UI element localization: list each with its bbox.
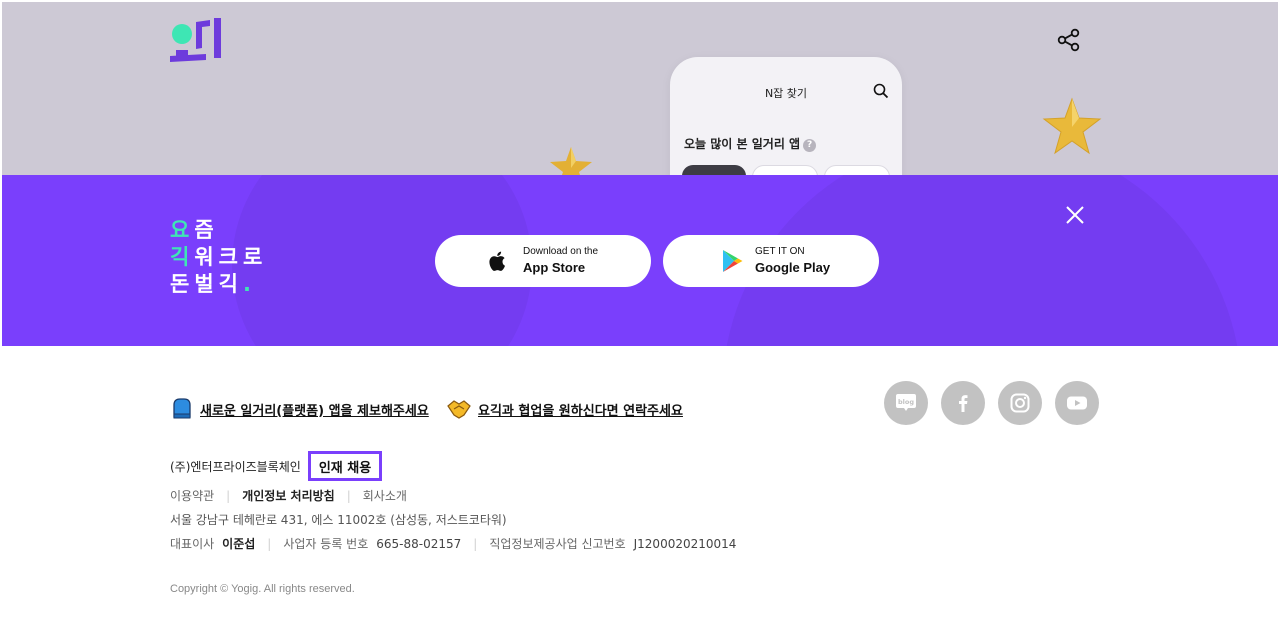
job-info-number: J1200020210014 [633,536,737,551]
suggest-app-text: 새로운 일거리(플랫폼) 앱을 제보해주세요 [200,403,429,419]
app-store-label: App Store [523,260,586,275]
slogan-dot: . [242,272,256,296]
app-store-button[interactable]: Download on the App Store [435,235,651,287]
blog-icon: blog [896,394,916,411]
app-store-text: Download on the App Store [523,245,598,276]
close-icon[interactable] [1064,204,1086,226]
separator: | [267,536,272,551]
company-name: (주)엔터프라이즈블록체인 [170,459,301,474]
instagram-link[interactable] [998,381,1042,425]
apple-icon [489,251,505,271]
business-number: 665-88-02157 [376,536,462,551]
separator: | [473,536,478,551]
slogan-text: 즘 [194,218,219,242]
footer-links: 이용약관 | 개인정보 처리방침 | 회사소개 [170,487,407,504]
privacy-policy-link[interactable]: 개인정보 처리방침 [242,487,335,504]
svg-text:blog: blog [898,398,914,406]
youtube-link[interactable] [1055,381,1099,425]
app-download-banner: 요즘 긱워크로 돈벌긱. Download on the App Store G… [2,175,1278,346]
google-play-label: Google Play [755,260,831,275]
slogan-text: 워크로 [194,245,268,269]
google-play-icon [723,250,743,272]
suggest-app-link[interactable]: 새로운 일거리(플랫폼) 앱을 제보해주세요 [170,396,429,422]
instagram-icon [1010,393,1030,413]
phone-heading: 오늘 많이 본 일거리 앱? [684,135,817,152]
copyright: Copyright © Yogig. All rights reserved. [170,583,355,595]
slogan-text: 돈벌긱 [170,272,243,296]
google-play-small: GET IT ON [755,246,805,257]
help-icon: ? [803,139,817,152]
recruit-button[interactable]: 인재 채용 [307,451,383,481]
ceo-label: 대표이사 [170,537,215,551]
share-icon[interactable] [1056,27,1082,53]
youtube-icon [1067,396,1087,410]
partnership-text: 요긱과 협업을 원하신다면 연락주세요 [478,403,683,419]
facebook-icon [959,395,968,412]
slogan-line: 돈벌긱. [170,271,267,298]
star-icon [550,147,592,176]
business-number-label: 사업자 등록 번호 [283,537,369,551]
blog-link[interactable]: blog [884,381,928,425]
company-row: (주)엔터프라이즈블록체인 인재 채용 [170,451,383,481]
terms-link[interactable]: 이용약관 [170,487,214,504]
star-icon [1042,97,1102,155]
search-icon [873,83,889,99]
slogan-line: 요즘 [170,217,267,244]
slogan-line: 긱워크로 [170,244,267,271]
partnership-link[interactable]: 요긱과 협업을 원하신다면 연락주세요 [446,396,683,422]
yogig-logo[interactable] [166,14,226,66]
separator: | [346,488,351,503]
slogan-accent: 요 [170,218,195,242]
phone-mockup: N잡 찾기 오늘 많이 본 일거리 앱? [670,57,902,176]
facebook-link[interactable] [941,381,985,425]
registration-info: 대표이사 이준섭 | 사업자 등록 번호 665-88-02157 | 직업정보… [170,535,736,552]
ceo-name: 이준섭 [222,537,256,551]
google-play-text: GET IT ON Google Play [755,245,830,276]
about-link[interactable]: 회사소개 [363,487,407,504]
google-play-button[interactable]: GET IT ON Google Play [663,235,879,287]
slogan-accent: 긱 [170,245,195,269]
job-info-label: 직업정보제공사업 신고번호 [489,537,626,551]
hero-section: N잡 찾기 오늘 많이 본 일거리 앱? [2,2,1278,176]
company-address: 서울 강남구 테헤란로 431, 에스 11002호 (삼성동, 저스트코타워) [170,513,507,527]
phone-heading-text: 오늘 많이 본 일거리 앱 [684,137,801,151]
mailbox-icon [173,398,191,419]
handshake-icon [447,400,471,419]
separator: | [226,488,231,503]
banner-slogan: 요즘 긱워크로 돈벌긱. [170,217,267,298]
app-store-small: Download on the [523,246,599,257]
phone-title: N잡 찾기 [764,87,808,100]
